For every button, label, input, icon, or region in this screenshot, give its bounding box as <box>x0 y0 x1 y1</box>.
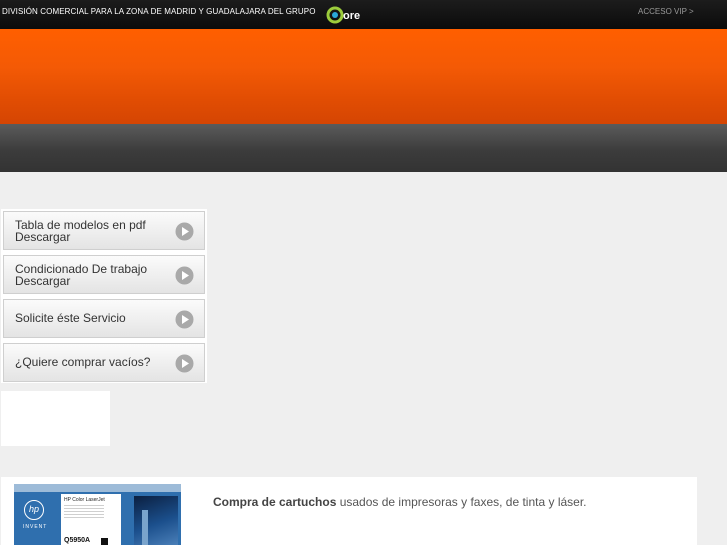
content-rest: usados de impresoras y faxes, de tinta y… <box>336 495 587 509</box>
menu-item-label: Tabla de modelos en pdf Descargar <box>15 219 175 243</box>
vip-access-link[interactable]: ACCESO VIP > <box>638 7 694 16</box>
product-label: HP Color LaserJet Q5950A <box>61 494 121 545</box>
top-bar: DIVISIÓN COMERCIAL PARA LA ZONA DE MADRI… <box>0 0 727 29</box>
play-icon <box>175 354 194 373</box>
hp-logo: hp <box>24 500 44 520</box>
menu-item-label: Solicite éste Servicio <box>15 311 126 325</box>
hp-invent-text: INVENT <box>23 524 48 530</box>
menu-item-label: Condicionado De trabajo Descargar <box>15 263 175 287</box>
product-top <box>14 484 181 492</box>
menu-item-label: ¿Quiere comprar vacíos? <box>15 355 151 369</box>
product-color-chip <box>101 538 108 545</box>
play-icon <box>175 310 194 329</box>
product-label-title: HP Color LaserJet <box>64 497 105 503</box>
play-icon <box>175 266 194 285</box>
nav-band <box>0 124 727 172</box>
product-image: hp INVENT HP Color LaserJet Q5950A <box>14 484 181 545</box>
product-model: Q5950A <box>64 537 91 544</box>
svg-text:ore: ore <box>343 10 360 22</box>
hero-banner <box>0 29 727 124</box>
download-conditions-button[interactable]: Condicionado De trabajo Descargar <box>3 255 205 294</box>
play-icon <box>175 222 194 241</box>
download-models-table-button[interactable]: Tabla de modelos en pdf Descargar <box>3 211 205 250</box>
request-service-button[interactable]: Solicite éste Servicio <box>3 299 205 338</box>
division-text: DIVISIÓN COMERCIAL PARA LA ZONA DE MADRI… <box>2 7 316 16</box>
content-bold: Compra de cartuchos <box>213 495 337 509</box>
product-photo-building <box>142 510 148 545</box>
product-photo <box>134 496 178 545</box>
sidebar-menu: Tabla de modelos en pdf Descargar Condic… <box>1 209 207 383</box>
menu-item-line2: Descargar <box>15 274 71 288</box>
menu-item-line2: Descargar <box>15 230 71 244</box>
blank-panel <box>1 391 110 446</box>
content-description: Compra de cartuchos usados de impresoras… <box>213 495 587 509</box>
core-logo[interactable]: ore <box>326 4 374 26</box>
buy-empties-button[interactable]: ¿Quiere comprar vacíos? <box>3 343 205 382</box>
product-label-lines <box>64 505 104 519</box>
